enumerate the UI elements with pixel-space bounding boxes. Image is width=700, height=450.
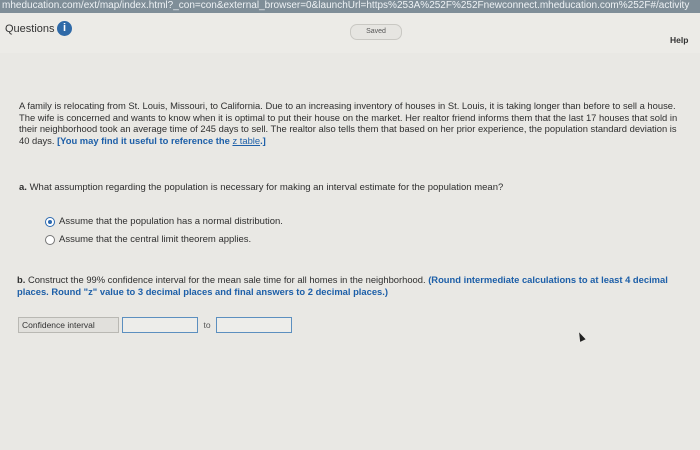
option-label: Assume that the central limit theorem ap… — [59, 234, 252, 245]
part-b-text: Construct the 99% confidence interval fo… — [27, 274, 426, 285]
part-a-question: a. What assumption regarding the populat… — [19, 182, 503, 193]
question-header: Questions i Saved Help — [0, 13, 700, 53]
hint-text: [You may find it useful to reference the — [57, 134, 230, 146]
ci-lower-input[interactable] — [122, 317, 198, 333]
help-link[interactable]: Help — [670, 35, 688, 45]
part-a-text: What assumption regarding the population… — [29, 182, 504, 193]
ci-upper-input[interactable] — [216, 317, 292, 333]
mouse-cursor-icon — [576, 331, 586, 342]
radio-button-selected[interactable] — [45, 217, 55, 227]
part-b-prefix: b. — [17, 274, 26, 285]
option-label: Assume that the population has a normal … — [59, 216, 283, 227]
confidence-interval-label: Confidence interval — [18, 317, 119, 333]
to-label: to — [203, 320, 211, 330]
part-a-prefix: a. — [19, 182, 27, 193]
info-icon[interactable]: i — [57, 21, 72, 36]
browser-address-bar[interactable]: mheducation.com/ext/map/index.html?_con=… — [0, 0, 700, 13]
radio-button[interactable] — [45, 235, 55, 245]
saved-status-badge: Saved — [350, 24, 402, 40]
questions-label: Questions — [5, 23, 55, 35]
hint-end: .] — [260, 134, 266, 146]
z-table-link[interactable]: z table — [232, 135, 260, 146]
part-b-question: b. Construct the 99% confidence interval… — [17, 274, 687, 298]
address-bar-url: mheducation.com/ext/map/index.html?_con=… — [2, 0, 690, 11]
question-content: A family is relocating from St. Louis, M… — [0, 53, 700, 450]
problem-statement: A family is relocating from St. Louis, M… — [19, 100, 687, 146]
